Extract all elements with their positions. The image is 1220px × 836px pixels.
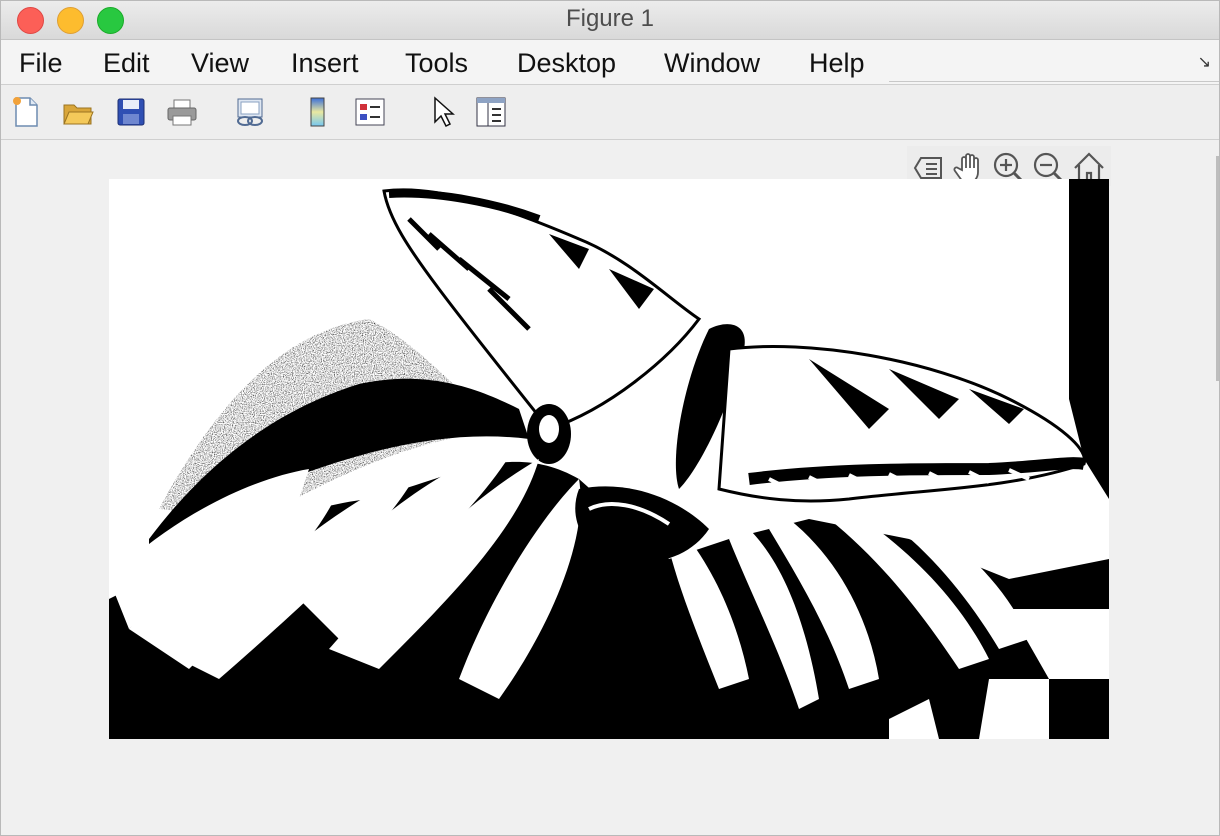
menu-window[interactable]: Window: [664, 46, 760, 80]
menu-insert[interactable]: Insert: [291, 46, 359, 80]
menu-edit[interactable]: Edit: [103, 46, 150, 80]
menu-bar: File Edit View Insert Tools Desktop Wind…: [1, 40, 1219, 85]
window-title: Figure 1: [565, 5, 655, 32]
figure-canvas: [1, 140, 1219, 835]
print-icon[interactable]: [165, 95, 199, 129]
legend-icon[interactable]: [353, 95, 387, 129]
open-file-icon[interactable]: [61, 95, 95, 129]
menu-divider: [889, 81, 1219, 82]
menu-help[interactable]: Help: [809, 46, 865, 80]
window-resize-edge[interactable]: [1216, 156, 1219, 381]
menu-file[interactable]: File: [19, 46, 63, 80]
menu-view[interactable]: View: [191, 46, 249, 80]
property-inspector-icon[interactable]: [474, 95, 508, 129]
dock-figure-icon[interactable]: ↘: [1198, 52, 1211, 72]
new-figure-icon[interactable]: [9, 95, 43, 129]
colorbar-icon[interactable]: [301, 95, 335, 129]
save-icon[interactable]: [114, 95, 148, 129]
menu-tools[interactable]: Tools: [405, 46, 468, 80]
menu-desktop[interactable]: Desktop: [517, 46, 616, 80]
link-plot-icon[interactable]: [233, 95, 267, 129]
image-display[interactable]: [109, 179, 1109, 739]
butterfly-binary-image: [109, 179, 1109, 739]
edit-plot-pointer-icon[interactable]: [425, 95, 459, 129]
figure-toolbar: [1, 85, 1219, 140]
figure-window: Figure 1 File Edit View Insert Tools Des…: [0, 0, 1220, 836]
title-bar[interactable]: Figure 1: [1, 1, 1219, 40]
